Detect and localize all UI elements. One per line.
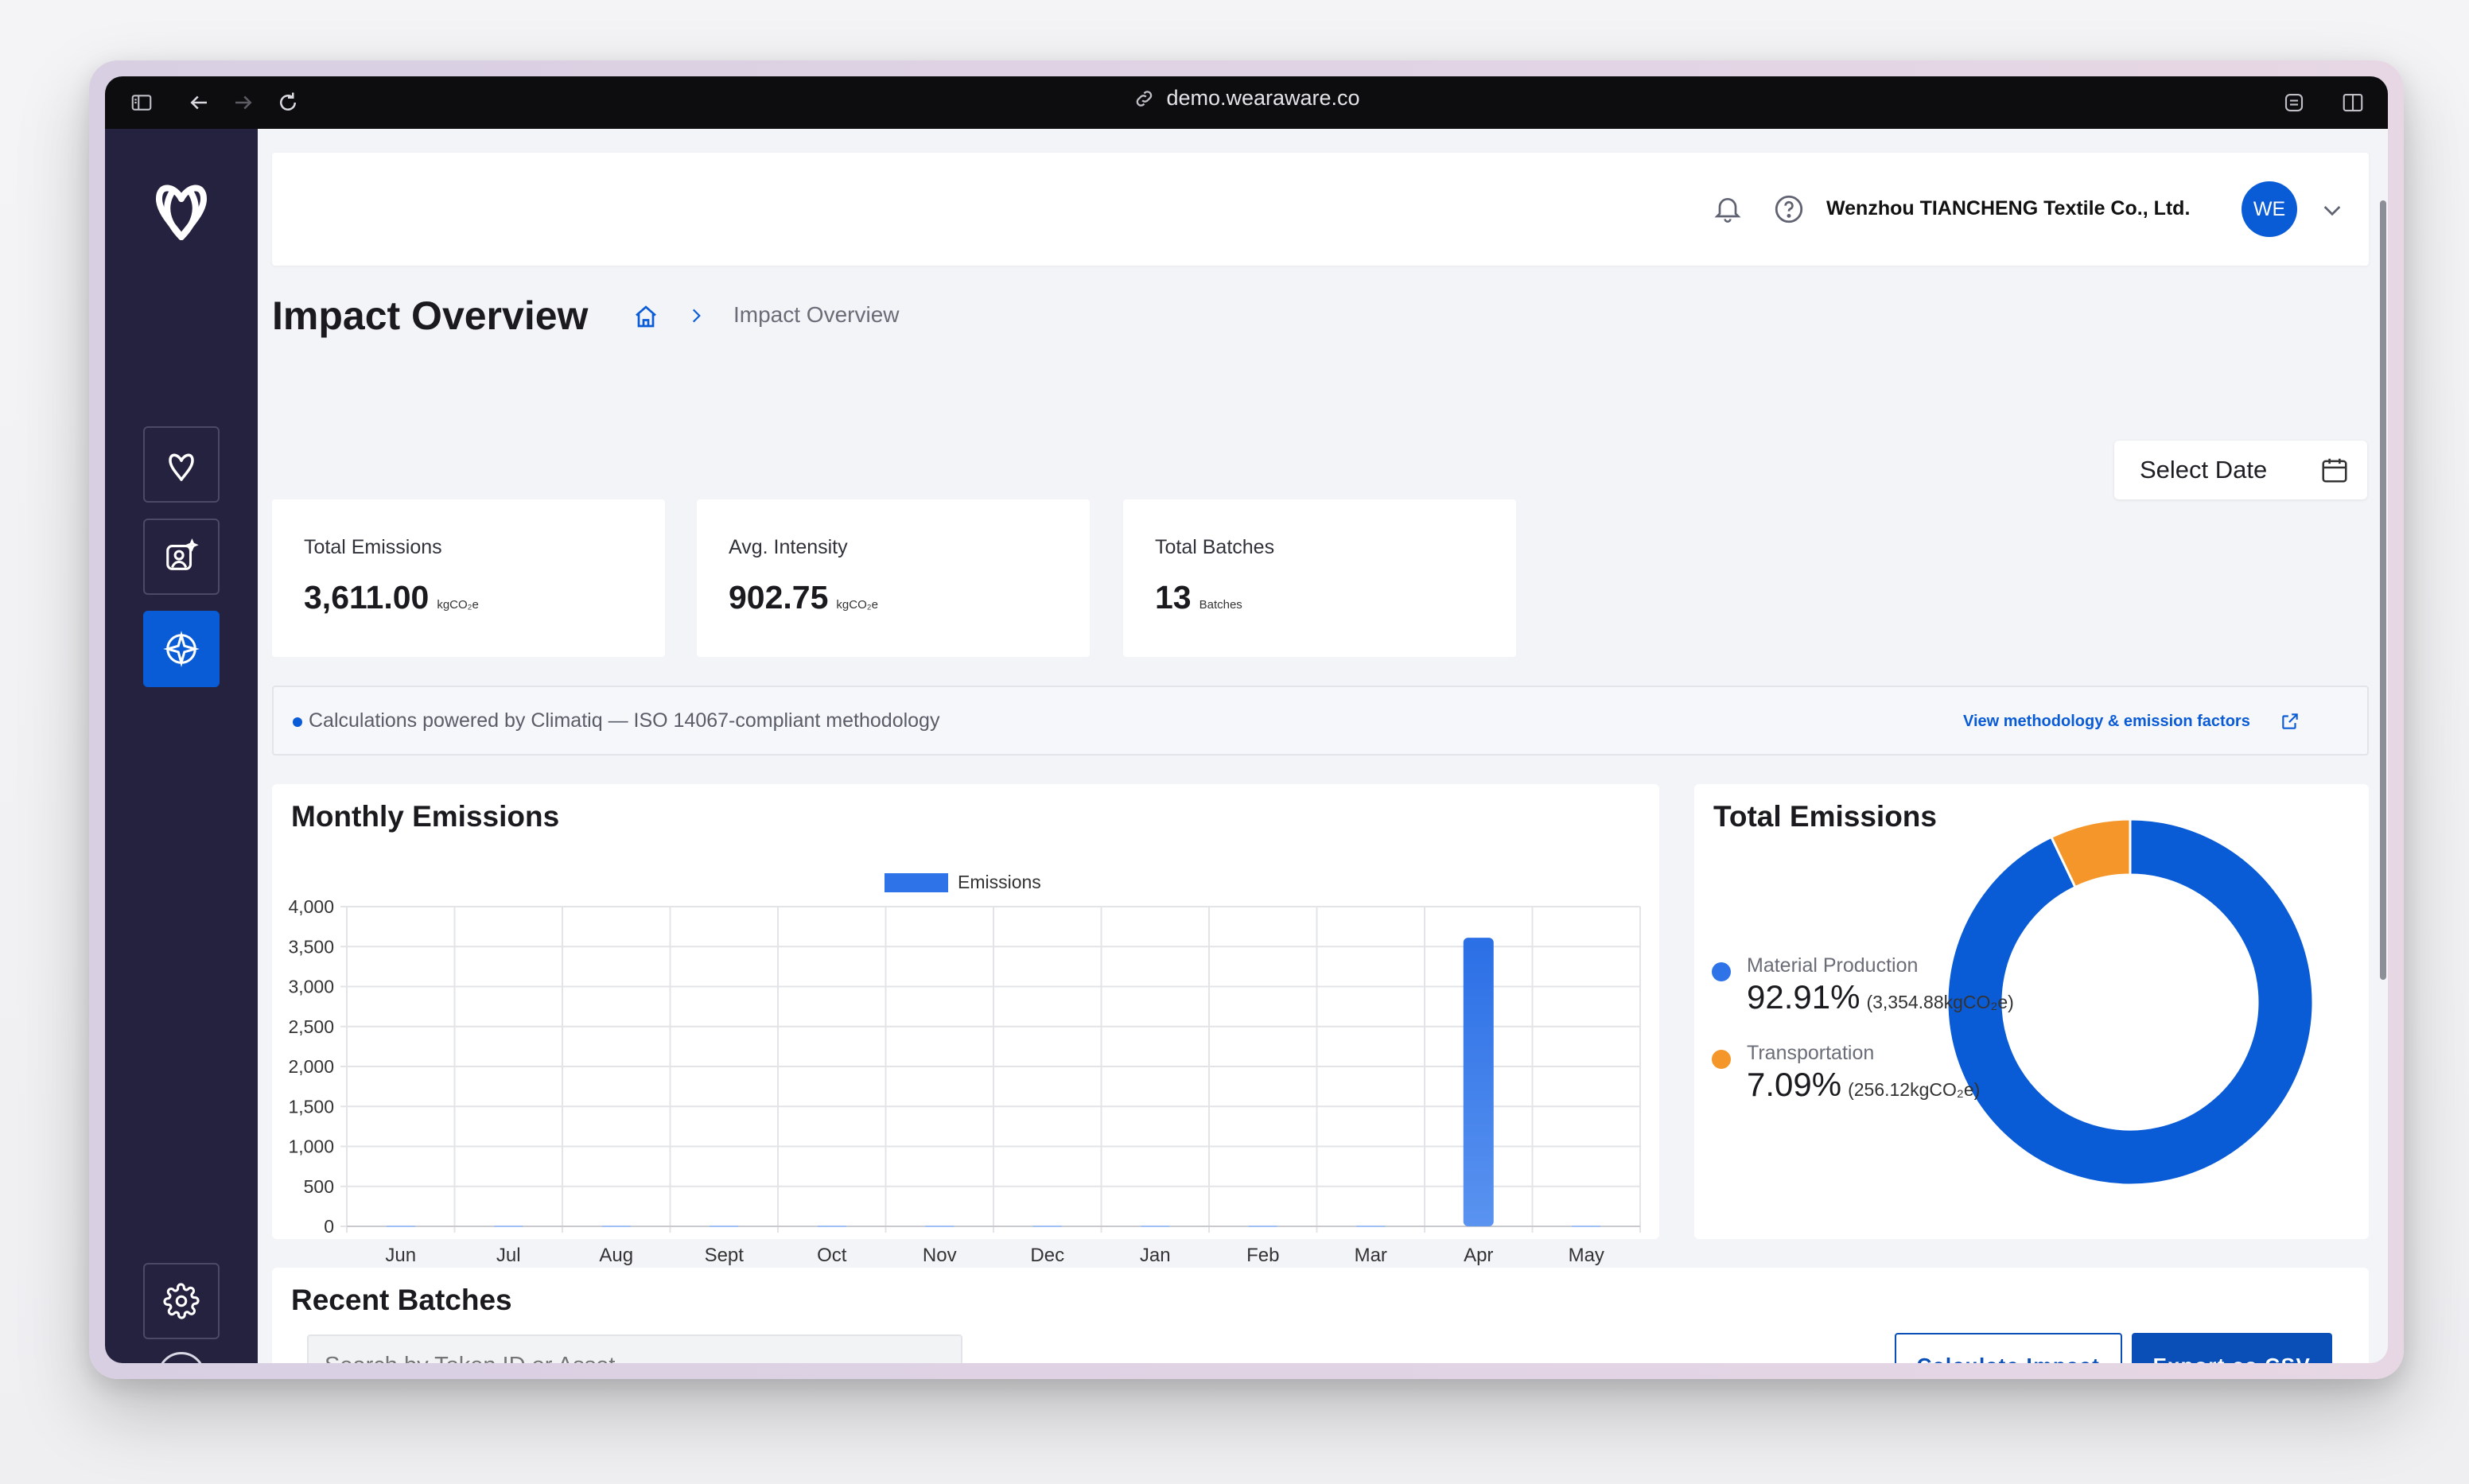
split-view-icon[interactable] — [2337, 87, 2369, 118]
page-title: Impact Overview — [272, 293, 589, 338]
y-tick-label: 500 — [304, 1176, 334, 1197]
nav-home-button[interactable] — [143, 426, 220, 503]
x-tick-label: Nov — [923, 1245, 957, 1266]
sidebar-toggle-icon[interactable] — [126, 87, 157, 118]
x-tick-label: Aug — [599, 1245, 633, 1266]
settings-button[interactable] — [143, 1263, 220, 1339]
nav-impact-button[interactable] — [143, 611, 220, 687]
stat-value: 902.75 kgCO₂e — [729, 579, 878, 616]
y-tick-label: 2,000 — [288, 1056, 334, 1077]
stat-value: 13 Batches — [1155, 579, 1242, 616]
legend-percent: 92.91% (3,354.88kgCO₂e) — [1747, 978, 2014, 1016]
compass-icon — [163, 631, 200, 667]
chevron-down-icon[interactable] — [2319, 197, 2345, 223]
reload-icon[interactable] — [272, 87, 304, 118]
gear-icon — [163, 1283, 200, 1319]
x-tick-label: Sept — [705, 1245, 745, 1266]
stat-unit: kgCO₂e — [836, 598, 878, 612]
monthly-emissions-chart: 4,000 3,500 3,000 2,500 2,000 1,500 1,000 500 0 J… — [288, 896, 1641, 1266]
calculate-impact-button[interactable]: Calculate Impact — [1895, 1333, 2122, 1363]
y-tick-label: 3,500 — [288, 936, 334, 957]
methodology-info-bar: Calculations powered by Climatiq — ISO 1… — [272, 686, 2369, 756]
stat-unit: Batches — [1199, 598, 1242, 612]
chevron-right-icon — [692, 309, 701, 323]
link-icon — [1136, 90, 1153, 107]
search-input[interactable] — [307, 1334, 962, 1363]
x-tick-label: Jul — [496, 1245, 521, 1266]
sidebar — [105, 129, 258, 1363]
legend-detail: (256.12kgCO₂e) — [1848, 1079, 1981, 1100]
stat-label: Total Emissions — [304, 536, 442, 558]
stat-unit: kgCO₂e — [437, 598, 479, 612]
url-text: demo.wearaware.co — [1166, 86, 1360, 110]
bar-apr — [1463, 938, 1494, 1226]
top-bar: Wenzhou TIANCHENG Textile Co., Ltd. WE — [272, 153, 2369, 266]
export-csv-button[interactable]: Export as CSV — [2132, 1333, 2332, 1363]
bell-icon[interactable] — [1712, 192, 1744, 224]
x-tick-label: Jun — [385, 1245, 416, 1266]
x-tick-label: May — [1569, 1245, 1604, 1266]
scrollbar[interactable] — [2380, 200, 2386, 980]
info-text: Calculations powered by Climatiq — ISO 1… — [309, 709, 940, 732]
browser-window: demo.wearaware.co Wenzhou TIANCHENG Text… — [105, 76, 2388, 1363]
total-emissions-card: Total Emissions Material Production 92.9… — [1694, 784, 2369, 1239]
help-icon[interactable] — [1772, 192, 1806, 226]
home-icon[interactable] — [632, 302, 660, 331]
stat-card-total-emissions: Total Emissions 3,611.00 kgCO₂e — [272, 499, 665, 657]
aware-logo-icon[interactable] — [150, 170, 213, 243]
user-sparkle-icon — [166, 538, 199, 570]
recent-batches-card: Recent Batches Calculate Impact Export a… — [272, 1268, 2369, 1363]
legend-name: Material Production — [1747, 954, 1919, 977]
stat-label: Avg. Intensity — [729, 536, 848, 558]
extension-icon[interactable] — [2278, 87, 2310, 118]
x-tick-label: Oct — [817, 1245, 847, 1266]
info-dot — [293, 717, 302, 727]
x-tick-label: Mar — [1355, 1245, 1387, 1266]
legend-dot — [1712, 962, 1731, 981]
select-date-label: Select Date — [2140, 456, 2268, 484]
stat-card-total-batches: Total Batches 13 Batches — [1123, 499, 1516, 657]
legend-detail: (3,354.88kgCO₂e) — [1866, 992, 2014, 1012]
x-tick-label: Feb — [1246, 1245, 1279, 1266]
y-tick-label: 0 — [324, 1216, 334, 1237]
stat-card-avg-intensity: Avg. Intensity 902.75 kgCO₂e — [697, 499, 1090, 657]
x-tick-label: Dec — [1030, 1245, 1064, 1266]
y-tick-label: 3,000 — [288, 977, 334, 997]
legend-dot — [1712, 1050, 1731, 1069]
company-name: Wenzhou TIANCHENG Textile Co., Ltd. — [1826, 197, 2191, 219]
recent-batches-title: Recent Batches — [291, 1284, 512, 1316]
avatar[interactable]: WE — [2242, 181, 2297, 237]
breadcrumb-current: Impact Overview — [733, 302, 900, 327]
calendar-icon — [2322, 458, 2347, 483]
x-tick-label: Apr — [1464, 1245, 1493, 1266]
main-content: Wenzhou TIANCHENG Textile Co., Ltd. WE I… — [258, 129, 2388, 1363]
y-tick-label: 1,500 — [288, 1096, 334, 1117]
address-bar[interactable]: demo.wearaware.co — [1133, 86, 1360, 111]
legend-percent: 7.09% (256.12kgCO₂e) — [1747, 1066, 1981, 1103]
expand-sidebar-button[interactable] — [157, 1352, 205, 1363]
stat-value: 3,611.00 kgCO₂e — [304, 579, 479, 616]
browser-toolbar: demo.wearaware.co — [105, 76, 2388, 129]
stat-label: Total Batches — [1155, 536, 1275, 558]
select-date-button[interactable]: Select Date — [2114, 441, 2367, 499]
y-tick-label: 4,000 — [288, 896, 334, 917]
y-tick-label: 1,000 — [288, 1136, 334, 1157]
nav-profile-button[interactable] — [143, 519, 220, 595]
x-tick-label: Jan — [1140, 1245, 1171, 1266]
y-tick-label: 2,500 — [288, 1016, 334, 1037]
methodology-link[interactable]: View methodology & emission factors — [1963, 713, 2250, 731]
monthly-emissions-card: Monthly Emissions Emissions 4,000 3,500 3,… — [272, 784, 1659, 1266]
external-link-icon[interactable] — [2280, 711, 2300, 732]
legend-name: Transportation — [1747, 1042, 1875, 1064]
back-arrow-icon[interactable] — [183, 87, 215, 118]
forward-arrow-icon[interactable] — [227, 87, 259, 118]
aware-logo-icon — [169, 453, 194, 481]
